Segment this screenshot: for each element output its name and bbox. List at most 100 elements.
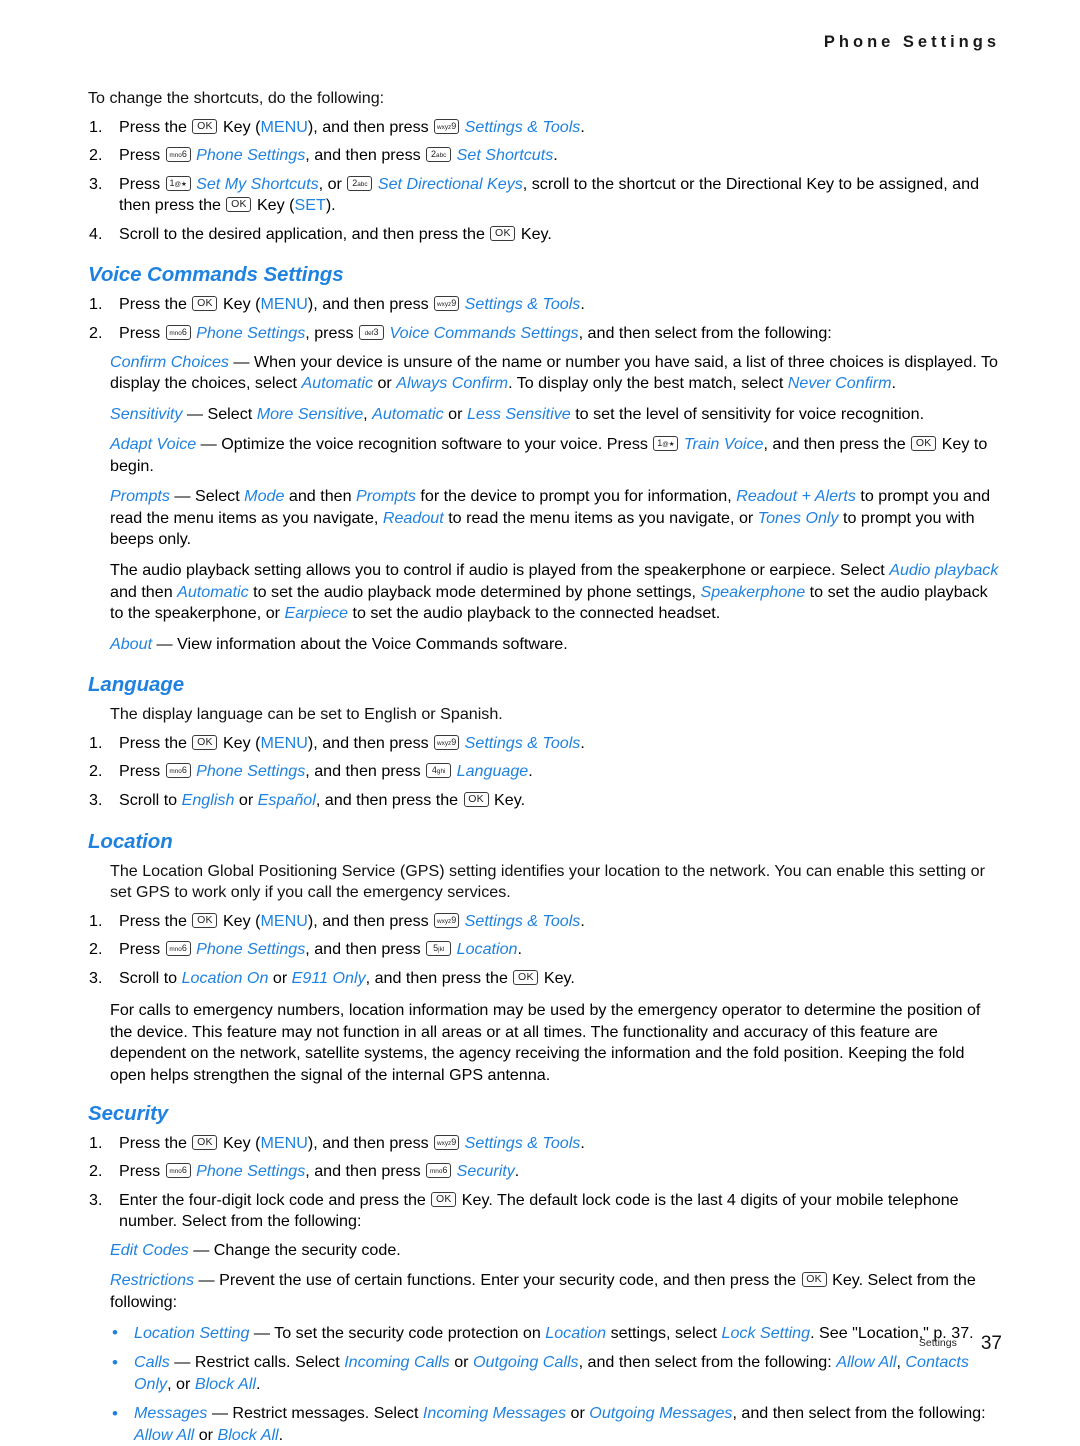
text-run: Press bbox=[119, 324, 165, 342]
menu-item-name: Voice Commands Settings bbox=[390, 324, 579, 342]
text-run: to set the level of sensitivity for voic… bbox=[571, 405, 924, 423]
text-run: , or bbox=[319, 175, 347, 193]
step-text: Press the OK Key (MENU), and then press … bbox=[119, 1134, 585, 1152]
text-run: — View information about the Voice Comma… bbox=[152, 635, 568, 653]
step-text: Scroll to English or Español, and then p… bbox=[119, 791, 525, 809]
shortcuts-lead: To change the shortcuts, do the followin… bbox=[88, 88, 1002, 110]
text-run: . bbox=[580, 734, 584, 752]
text-run: Scroll to the desired application, and t… bbox=[119, 225, 489, 243]
menu-item-name: Phone Settings bbox=[196, 146, 305, 164]
text-run: ), and then press bbox=[308, 912, 433, 930]
text-run: and then bbox=[284, 487, 356, 505]
text-run: Press the bbox=[119, 295, 191, 313]
text-run: , and then press bbox=[305, 1162, 425, 1180]
numbered-step: 3.Press 1@★ Set My Shortcuts, or 2abc Se… bbox=[88, 174, 1002, 217]
menu-item-name: Incoming Calls bbox=[344, 1353, 450, 1371]
keypad-key-k5-icon: 5jkl bbox=[426, 941, 451, 956]
step-text: Press mno6 Phone Settings, and then pres… bbox=[119, 940, 522, 958]
menu-item-name: Automatic bbox=[372, 405, 444, 423]
text-run: to set the audio playback to the connect… bbox=[348, 604, 720, 622]
menu-item-name: Security bbox=[457, 1162, 515, 1180]
menu-item-name: Phone Settings bbox=[196, 762, 305, 780]
definition-paragraph: The audio playback setting allows you to… bbox=[88, 560, 1002, 625]
menu-item-name: Outgoing Messages bbox=[589, 1404, 732, 1422]
menu-item-name: Lock Setting bbox=[722, 1324, 811, 1342]
text-run: Key ( bbox=[252, 196, 294, 214]
location-note: For calls to emergency numbers, location… bbox=[88, 1000, 1002, 1086]
language-steps: 1.Press the OK Key (MENU), and then pres… bbox=[88, 733, 1002, 812]
location-lead: The Location Global Positioning Service … bbox=[88, 861, 1002, 904]
numbered-step: 2.Press mno6 Phone Settings, and then pr… bbox=[88, 939, 1002, 961]
step-number: 3. bbox=[89, 790, 115, 812]
keypad-key-k6-icon: mno6 bbox=[166, 1163, 191, 1178]
security-definitions: Edit Codes — Change the security code.Re… bbox=[88, 1240, 1002, 1314]
menu-item-name: Sensitivity bbox=[110, 405, 182, 423]
keypad-key-k4-icon: 4ghi bbox=[426, 763, 451, 778]
text-run: . bbox=[256, 1375, 260, 1393]
text-run: Key ( bbox=[218, 912, 260, 930]
step-number: 2. bbox=[89, 1161, 115, 1183]
definition-paragraph: About — View information about the Voice… bbox=[88, 634, 1002, 656]
definition-paragraph: Restrictions — Prevent the use of certai… bbox=[88, 1270, 1002, 1313]
keypad-key-k3-icon: def3 bbox=[359, 325, 384, 340]
text-run: Key. bbox=[539, 969, 574, 987]
ok-key-icon: OK bbox=[192, 296, 217, 311]
text-run: or bbox=[234, 791, 257, 809]
text-run: Enter the four-digit lock code and press… bbox=[119, 1191, 430, 1209]
text-run: — Select bbox=[170, 487, 244, 505]
step-text: Press mno6 Phone Settings, press def3 Vo… bbox=[119, 324, 832, 342]
numbered-step: 1.Press the OK Key (MENU), and then pres… bbox=[88, 911, 1002, 933]
text-run: to read the menu items as you navigate, … bbox=[444, 509, 758, 527]
menu-item-name: Set My Shortcuts bbox=[196, 175, 319, 193]
menu-item-name: Readout + Alerts bbox=[736, 487, 856, 505]
softkey-label: MENU bbox=[261, 1134, 308, 1152]
menu-item-name: About bbox=[110, 635, 152, 653]
step-number: 3. bbox=[89, 968, 115, 990]
text-run: settings, select bbox=[606, 1324, 721, 1342]
menu-item-name: Automatic bbox=[301, 374, 373, 392]
menu-item-name: Incoming Messages bbox=[423, 1404, 566, 1422]
menu-item-name: Confirm Choices bbox=[110, 353, 229, 371]
step-text: Press the OK Key (MENU), and then press … bbox=[119, 734, 585, 752]
manual-page: Phone Settings To change the shortcuts, … bbox=[0, 0, 1080, 1397]
shortcuts-steps: 1.Press the OK Key (MENU), and then pres… bbox=[88, 117, 1002, 246]
text-run: . bbox=[580, 912, 584, 930]
text-run: , and then select from the following: bbox=[579, 324, 832, 342]
text-run: — Change the security code. bbox=[189, 1241, 401, 1259]
step-number: 1. bbox=[89, 117, 115, 139]
text-run: . bbox=[528, 762, 532, 780]
heading-voice-commands-settings: Voice Commands Settings bbox=[88, 263, 1002, 287]
menu-item-name: Adapt Voice bbox=[110, 435, 196, 453]
softkey-label: MENU bbox=[261, 734, 308, 752]
voice-commands-steps: 1.Press the OK Key (MENU), and then pres… bbox=[88, 294, 1002, 344]
numbered-step: 2.Press mno6 Phone Settings, and then pr… bbox=[88, 145, 1002, 167]
menu-item-name: Español bbox=[258, 791, 316, 809]
keypad-key-k6-icon: mno6 bbox=[166, 147, 191, 162]
text-run: ), and then press bbox=[308, 295, 433, 313]
text-run: — Prevent the use of certain functions. … bbox=[194, 1271, 801, 1289]
keypad-key-k6-icon: mno6 bbox=[166, 325, 191, 340]
numbered-step: 2.Press mno6 Phone Settings, press def3 … bbox=[88, 323, 1002, 345]
ok-key-icon: OK bbox=[431, 1192, 456, 1207]
text-run: . bbox=[892, 374, 896, 392]
step-number: 3. bbox=[89, 1190, 115, 1212]
menu-item-name: Prompts bbox=[356, 487, 416, 505]
text-run: ), and then press bbox=[308, 1134, 433, 1152]
numbered-step: 3.Enter the four-digit lock code and pre… bbox=[88, 1190, 1002, 1233]
menu-item-name: Block All bbox=[195, 1375, 256, 1393]
text-run: or bbox=[450, 1353, 473, 1371]
menu-item-name: Automatic bbox=[177, 583, 249, 601]
numbered-step: 2.Press mno6 Phone Settings, and then pr… bbox=[88, 761, 1002, 783]
menu-item-name: Earpiece bbox=[284, 604, 348, 622]
softkey-label: SET bbox=[295, 196, 326, 214]
softkey-label: MENU bbox=[261, 118, 308, 136]
menu-item-name: Block All bbox=[217, 1426, 278, 1444]
text-run: ). bbox=[326, 196, 336, 214]
text-run: , and then press bbox=[305, 762, 425, 780]
keypad-key-k6-icon: mno6 bbox=[166, 763, 191, 778]
ok-key-icon: OK bbox=[192, 119, 217, 134]
text-run: . bbox=[518, 940, 522, 958]
keypad-key-k9-icon: wxyz9 bbox=[434, 913, 459, 928]
step-text: Press mno6 Phone Settings, and then pres… bbox=[119, 762, 533, 780]
step-number: 2. bbox=[89, 761, 115, 783]
